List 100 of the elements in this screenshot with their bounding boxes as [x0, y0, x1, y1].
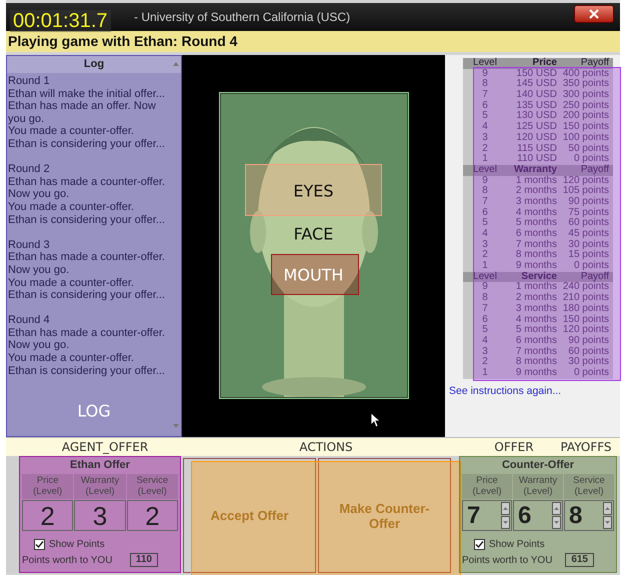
- log-line: Ethan is considering your offer...: [8, 289, 166, 302]
- table-cell-text: 7 months: [514, 346, 557, 357]
- column-header: Warranty: [513, 164, 557, 175]
- table-cell-text: 180 points: [562, 304, 610, 314]
- close-icon: [589, 9, 599, 19]
- table-cell-text: 4: [481, 229, 489, 240]
- table-cell-text: 90 points: [567, 196, 610, 207]
- log-line: Ethan has made a counter-offer. Now you go.: [8, 326, 166, 352]
- table-cell-text: 2: [481, 144, 489, 154]
- table-cell-text: 6 months: [514, 336, 557, 346]
- table-cell-text: 120 points: [562, 325, 610, 336]
- table-cell-text: 8: [481, 186, 489, 197]
- spin-down-button[interactable]: [552, 516, 561, 529]
- table-cell-text: 135 USD: [515, 100, 557, 111]
- spin-up-button[interactable]: [552, 502, 561, 515]
- level-spinner-field[interactable]: 7: [462, 500, 512, 531]
- spin-down-button[interactable]: [603, 516, 612, 529]
- table-cell-text: 300 points: [562, 90, 610, 100]
- table-cell-text: 120 USD: [515, 132, 557, 144]
- annotation-label: OFFER: [494, 440, 534, 454]
- log-title: Log: [7, 56, 181, 73]
- column-header: Price (Level): [462, 474, 512, 499]
- table-cell-text: 8 months: [514, 357, 557, 368]
- column-header: Warranty (Level): [74, 474, 126, 499]
- spin-down-button[interactable]: [501, 516, 510, 529]
- spin-up-button[interactable]: [603, 502, 612, 515]
- instructions-link[interactable]: See instructions again...: [449, 384, 562, 397]
- table-cell-text: 2: [481, 250, 489, 261]
- table-cell-text: 5: [481, 325, 489, 336]
- table-cell-text: 150 points: [562, 122, 610, 132]
- table-cell-text: 45 points: [567, 229, 610, 239]
- points-value: 110: [130, 553, 158, 567]
- level-value: 2: [22, 500, 74, 531]
- column-header: Service (Level): [564, 474, 614, 499]
- table-cell-text: 6: [481, 314, 489, 325]
- table-cell-text: 7 months: [514, 240, 557, 250]
- down-arrow-icon: [503, 521, 508, 524]
- annotation-label: EYES: [293, 182, 334, 200]
- table-cell-text: 0 points: [572, 368, 610, 379]
- offer-title: Ethan Offer: [69, 459, 131, 472]
- table-cell-text: 1: [481, 261, 489, 272]
- annotation-label: PAYOFFS: [560, 440, 612, 454]
- checkbox[interactable]: [34, 539, 45, 550]
- table-cell-text: 130 USD: [515, 111, 557, 122]
- table-cell-text: 3 months: [514, 304, 557, 314]
- table-cell-text: 75 points: [567, 208, 610, 218]
- table-cell-text: 250 points: [562, 100, 610, 111]
- table-cell-text: 150 points: [562, 314, 610, 325]
- table-cell-text: 0 points: [572, 261, 610, 272]
- table-cell-text: 145 USD: [515, 79, 557, 90]
- log-round-title: Round 3: [8, 238, 51, 252]
- table-cell-text: 60 points: [567, 218, 610, 228]
- table-cell-text: 210 points: [562, 293, 610, 304]
- annotation-label: MOUTH: [284, 266, 344, 284]
- spin-up-button[interactable]: [501, 502, 510, 515]
- table-cell-text: 140 USD: [515, 90, 557, 101]
- log-line: Ethan is considering your offer...: [8, 214, 166, 226]
- checkbox-label: Show Points: [489, 539, 545, 550]
- mouse-cursor-icon: [370, 412, 380, 428]
- table-cell-text: 9: [481, 176, 489, 186]
- log-line: Ethan has made a counter-offer. Now you go.: [8, 251, 166, 276]
- log-line: Ethan will make the initial offer...: [8, 88, 166, 100]
- table-cell-text: 30 points: [567, 240, 610, 250]
- table-cell-text: 1: [481, 154, 489, 164]
- table-cell-text: 3: [481, 240, 489, 250]
- table-cell-text: 2: [481, 357, 489, 368]
- table-cell-text: 100 points: [562, 132, 610, 143]
- level-spinner-field[interactable]: 8: [564, 500, 614, 531]
- level-spinner-field[interactable]: 6: [513, 500, 563, 531]
- points-label: Points worth to YOU: [22, 554, 112, 566]
- table-cell-text: 4 months: [514, 208, 557, 218]
- table-cell-text: 5 months: [514, 325, 557, 336]
- log-round-title: Round 2: [8, 163, 51, 176]
- check-icon: [35, 540, 44, 549]
- table-cell-text: 6: [481, 208, 489, 218]
- down-arrow-icon: [554, 521, 559, 524]
- table-cell-text: 115 USD: [516, 144, 557, 154]
- table-cell-text: 3: [481, 346, 489, 357]
- table-cell-text: 3 months: [514, 196, 557, 208]
- table-cell-text: 9 months: [514, 368, 557, 379]
- table-cell-text: 2 months: [514, 293, 557, 304]
- table-cell-text: 60 points: [567, 346, 610, 357]
- column-header: Level: [472, 164, 498, 176]
- close-button[interactable]: [574, 5, 614, 23]
- table-cell-text: 5: [481, 218, 489, 229]
- column-header: Service (Level): [126, 474, 178, 499]
- up-arrow-icon: [503, 507, 508, 510]
- checkbox[interactable]: [474, 539, 485, 550]
- table-cell-text: 110 USD: [516, 154, 557, 165]
- table-cell-text: 4: [481, 122, 489, 133]
- log-round-title: Round 4: [8, 314, 51, 327]
- column-header: Level: [472, 58, 498, 69]
- up-arrow-icon: [605, 507, 610, 510]
- level-value: 3: [74, 500, 126, 531]
- offer-title: Counter-Offer: [500, 459, 576, 472]
- column-header: Service: [520, 272, 557, 282]
- table-cell-text: 120 points: [562, 176, 610, 186]
- column-header: Payoff: [580, 58, 610, 68]
- column-header: Price (Level): [22, 474, 74, 499]
- table-cell-text: 240 points: [562, 282, 610, 293]
